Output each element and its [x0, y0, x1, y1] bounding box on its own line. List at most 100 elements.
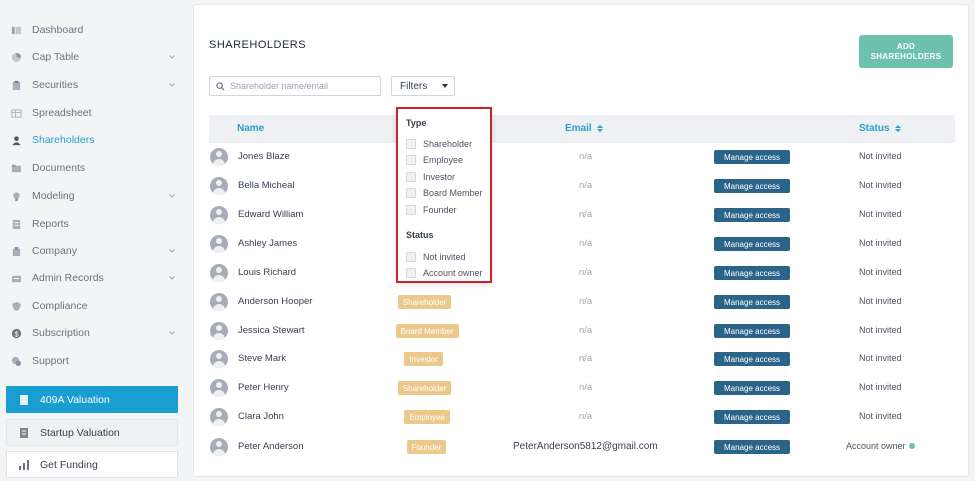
avatar	[210, 206, 228, 224]
filter-dropdown-menu: Type Shareholder Employee Investor Board Mem…	[396, 107, 492, 283]
status-label: Not invited	[859, 238, 902, 248]
caret-down-icon	[442, 84, 448, 88]
filter-option-label: Employee	[423, 155, 464, 165]
sidebar-item-subscription[interactable]: $ Subscription	[10, 322, 180, 344]
column-header-name[interactable]: Name	[237, 123, 264, 134]
status-text: Not invited	[859, 180, 902, 190]
manage-access-button[interactable]: Manage access	[714, 324, 790, 338]
table-row[interactable]: Peter Henry Shareholder n/a Manage access No…	[209, 374, 955, 402]
checkbox[interactable]	[406, 188, 416, 198]
shareholder-name: Jones Blaze	[238, 151, 290, 162]
support-icon	[10, 355, 22, 367]
shield-icon	[10, 300, 22, 312]
status-label: Not invited	[859, 382, 902, 392]
svg-text:$: $	[14, 329, 18, 338]
sidebar-item-cap-table[interactable]: Cap Table	[10, 46, 180, 68]
filters-dropdown-button[interactable]: Filters	[391, 76, 455, 96]
type-badge: Shareholder	[397, 295, 452, 309]
manage-access-button[interactable]: Manage access	[714, 208, 790, 222]
status-text: Not invited	[859, 353, 902, 363]
shareholder-email: n/a	[579, 238, 593, 249]
table-row[interactable]: Anderson Hooper Shareholder n/a Manage acce…	[209, 288, 955, 316]
chevron-down-icon	[168, 52, 176, 60]
manage-access-button[interactable]: Manage access	[714, 295, 790, 309]
status-text: Not invited	[859, 382, 902, 392]
bar-chart-icon	[18, 459, 30, 471]
avatar	[210, 379, 228, 397]
sidebar-item-documents[interactable]: Documents	[10, 157, 180, 179]
table-row[interactable]: Steve Mark Investor n/a Manage access Not in…	[209, 345, 955, 373]
manage-access-button[interactable]: Manage access	[714, 381, 790, 395]
checkbox[interactable]	[406, 139, 416, 149]
shareholder-email: n/a	[579, 209, 593, 220]
sidebar-item-support[interactable]: Support	[10, 350, 180, 372]
sidebar-item-label: Company	[32, 245, 77, 257]
sidebar-item-label: Admin Records	[32, 272, 104, 284]
get-funding-button[interactable]: Get Funding	[6, 451, 178, 478]
filter-option-employee[interactable]: Employee	[406, 155, 463, 165]
table-row[interactable]: Ashley James n/a Manage access Not invited	[209, 230, 955, 258]
checkbox[interactable]	[406, 268, 416, 278]
sidebar-item-spreadsheet[interactable]: Spreadsheet	[10, 102, 180, 124]
sidebar-item-reports[interactable]: Reports	[10, 213, 180, 235]
manage-access-button[interactable]: Manage access	[714, 410, 790, 424]
status-label: Not invited	[859, 296, 902, 306]
filter-option-not-invited[interactable]: Not invited	[406, 252, 466, 262]
filter-type-heading: Type	[406, 118, 427, 128]
manage-access-button[interactable]: Manage access	[714, 352, 790, 366]
avatar	[210, 235, 228, 253]
column-header-email[interactable]: Email	[565, 123, 603, 134]
table-row[interactable]: Peter Anderson Founder PeterAnderson5812@g…	[209, 433, 955, 461]
reports-icon	[10, 218, 22, 230]
checkbox[interactable]	[406, 172, 416, 182]
table-row[interactable]: Louis Richard n/a Manage access Not invited	[209, 259, 955, 287]
table-header: Name Email Status	[209, 115, 955, 143]
search-box[interactable]	[209, 76, 381, 96]
startup-valuation-button[interactable]: Startup Valuation	[6, 419, 178, 446]
sidebar-item-label: Securities	[32, 79, 79, 91]
shareholder-name: Bella Micheal	[238, 180, 295, 191]
filter-option-shareholder[interactable]: Shareholder	[406, 139, 472, 149]
sidebar-item-modeling[interactable]: Modeling	[10, 185, 180, 207]
status-text: Not invited	[859, 411, 902, 421]
user-icon	[10, 134, 22, 146]
search-input[interactable]	[230, 81, 370, 91]
sidebar-item-shareholders[interactable]: Shareholders	[10, 129, 180, 151]
filter-option-account-owner[interactable]: Account owner	[406, 268, 483, 278]
sidebar-item-admin-records[interactable]: Admin Records	[10, 267, 180, 289]
type-badge: Investor	[404, 352, 443, 366]
manage-access-button[interactable]: Manage access	[714, 237, 790, 251]
status-label: Not invited	[859, 180, 902, 190]
409a-valuation-button[interactable]: 409A Valuation	[6, 386, 178, 413]
status-text: Not invited	[859, 325, 902, 335]
avatar	[210, 264, 228, 282]
table-row[interactable]: Bella Micheal n/a Manage access Not invited	[209, 172, 955, 200]
column-header-status[interactable]: Status	[859, 123, 901, 134]
checkbox[interactable]	[406, 155, 416, 165]
filter-option-investor[interactable]: Investor	[406, 172, 455, 182]
shareholder-name: Edward William	[238, 209, 304, 220]
filter-option-board-member[interactable]: Board Member	[406, 188, 483, 198]
checkbox[interactable]	[406, 252, 416, 262]
sidebar-item-label: Shareholders	[32, 134, 95, 146]
chevron-down-icon	[168, 80, 176, 88]
sidebar-item-securities[interactable]: Securities	[10, 74, 180, 96]
manage-access-button[interactable]: Manage access	[714, 266, 790, 280]
manage-access-button[interactable]: Manage access	[714, 440, 790, 454]
document-icon	[18, 427, 30, 439]
checkbox[interactable]	[406, 205, 416, 215]
table-row[interactable]: Jones Blaze n/a Manage access Not invited	[209, 143, 955, 171]
sidebar-item-label: Compliance	[32, 300, 88, 312]
filter-option-founder[interactable]: Founder	[406, 205, 457, 215]
manage-access-button[interactable]: Manage access	[714, 179, 790, 193]
sidebar-item-company[interactable]: Company	[10, 240, 180, 262]
table-row[interactable]: Clara John Employee n/a Manage access Not in…	[209, 403, 955, 431]
sidebar-item-dashboard[interactable]: Dashboard	[10, 19, 180, 41]
add-shareholders-button[interactable]: ADD SHAREHOLDERS	[859, 35, 953, 68]
manage-access-button[interactable]: Manage access	[714, 150, 790, 164]
table-row[interactable]: Edward William n/a Manage access Not invite…	[209, 201, 955, 229]
table-row[interactable]: Jessica Stewart Board Member n/a Manage acc…	[209, 317, 955, 345]
chevron-down-icon	[168, 191, 176, 199]
sidebar-item-compliance[interactable]: Compliance	[10, 295, 180, 317]
status-label: Not invited	[859, 411, 902, 421]
